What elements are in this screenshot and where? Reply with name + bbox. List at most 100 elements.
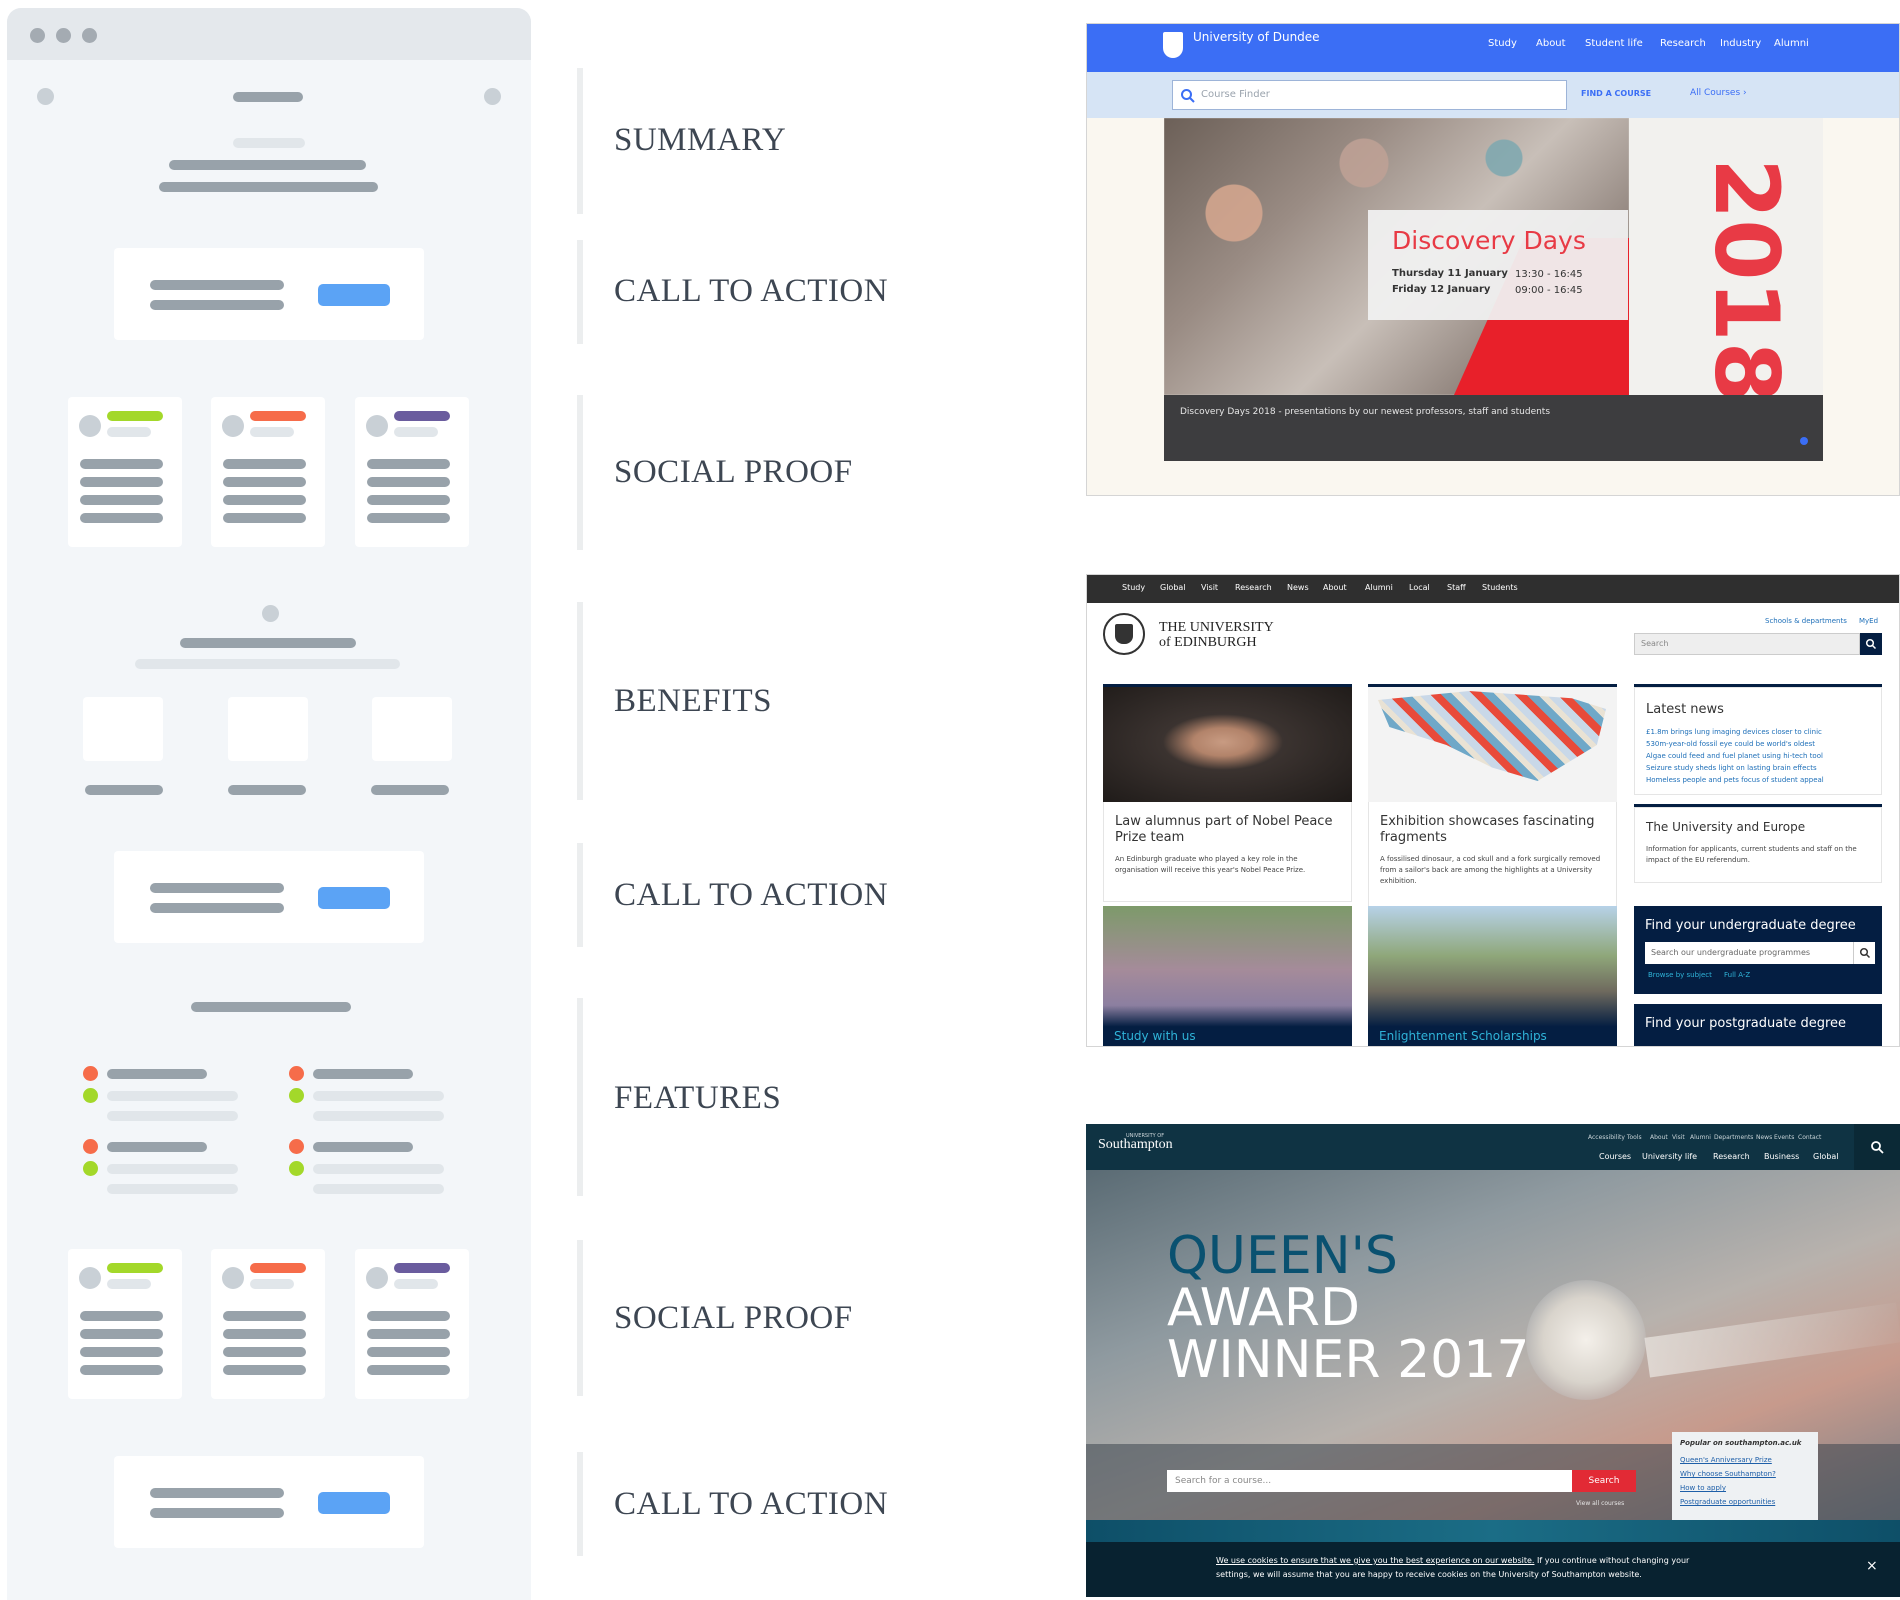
study-with-us-tile[interactable]: Study with us	[1103, 906, 1352, 1046]
ed-nav-research[interactable]: Research	[1235, 583, 1272, 592]
wf-line	[233, 138, 305, 148]
europe-title[interactable]: The University and Europe	[1646, 820, 1805, 834]
section-divider	[577, 998, 583, 1196]
ed-nav-news[interactable]: News	[1287, 583, 1309, 592]
section-divider	[577, 68, 583, 214]
dundee-nav-alumni[interactable]: Alumni	[1774, 38, 1809, 49]
dundee-nav-study[interactable]: Study	[1488, 38, 1517, 49]
ed-nav-visit[interactable]: Visit	[1201, 583, 1218, 592]
util-nav-contact[interactable]: Contact	[1798, 1134, 1821, 1141]
dundee-nav-research[interactable]: Research	[1660, 38, 1706, 49]
header-search-button[interactable]	[1854, 1124, 1900, 1170]
util-nav-news[interactable]: News	[1756, 1134, 1772, 1141]
section-label-summary: SUMMARY	[614, 122, 787, 158]
southampton-brand[interactable]: Southampton	[1098, 1137, 1173, 1153]
wf-cta-card	[114, 1456, 424, 1548]
landing-page-wireframe	[7, 8, 531, 1600]
section-label-social-proof: SOCIAL PROOF	[614, 1300, 853, 1336]
ed-nav-alumni[interactable]: Alumni	[1365, 583, 1393, 592]
full-a-z-link[interactable]: Full A-Z	[1724, 971, 1750, 979]
tile-1-label[interactable]: Study with us	[1114, 1029, 1196, 1043]
ug-search-placeholder: Search our undergraduate programmes	[1651, 948, 1811, 957]
util-nav-events[interactable]: Events	[1774, 1134, 1794, 1141]
main-nav-research[interactable]: Research	[1713, 1152, 1750, 1161]
news-link[interactable]: 530m-year-old fossil eye could be world'…	[1646, 740, 1815, 748]
popular-link[interactable]: Queen's Anniversary Prize	[1680, 1456, 1772, 1464]
wf-cta-card	[114, 248, 424, 340]
tile-2-label[interactable]: Enlightenment Scholarships	[1379, 1029, 1547, 1043]
course-finder-input[interactable]: Course Finder FIND A COURSE	[1172, 80, 1651, 110]
popular-link[interactable]: Postgraduate opportunities	[1680, 1498, 1775, 1506]
util-nav-departments[interactable]: Departments	[1714, 1134, 1753, 1141]
edinburgh-topnav: Study Global Visit Research News About A…	[1087, 575, 1899, 603]
schools-link[interactable]: Schools & departments	[1765, 617, 1847, 625]
wf-benefit-image	[228, 697, 308, 761]
edinburgh-brand-line2[interactable]: of EDINBURGH	[1159, 635, 1257, 651]
dundee-nav-about[interactable]: About	[1536, 38, 1566, 49]
ed-nav-staff[interactable]: Staff	[1447, 583, 1466, 592]
window-dot-icon	[82, 28, 97, 43]
time-1: 13:30 - 16:45	[1515, 269, 1583, 280]
europe-panel[interactable]: The University and Europe Information fo…	[1634, 807, 1882, 883]
course-search-input[interactable]: Search for a course...	[1167, 1470, 1572, 1492]
news-link[interactable]: Homeless people and pets focus of studen…	[1646, 776, 1824, 784]
story-card-2[interactable]: Exhibition showcases fascinating fragmen…	[1368, 802, 1617, 912]
section-label-cta: CALL TO ACTION	[614, 1486, 889, 1522]
news-link[interactable]: Seizure study sheds light on lasting bra…	[1646, 764, 1817, 772]
edinburgh-search-input[interactable]: Search	[1634, 633, 1860, 655]
wf-cta-card	[114, 851, 424, 943]
story-2-title[interactable]: Exhibition showcases fascinating fragmen…	[1380, 814, 1605, 846]
edinburgh-brand-line1[interactable]: THE UNIVERSITY	[1159, 620, 1274, 636]
main-nav-courses[interactable]: Courses	[1599, 1152, 1631, 1161]
alumnus-photo[interactable]	[1103, 687, 1352, 802]
main-nav-global[interactable]: Global	[1813, 1152, 1839, 1161]
news-link[interactable]: £1.8m brings lung imaging devices closer…	[1646, 728, 1822, 736]
main-nav-university-life[interactable]: University life	[1642, 1152, 1697, 1161]
ed-nav-about[interactable]: About	[1323, 583, 1347, 592]
dundee-search-bar: Course Finder FIND A COURSE All Courses …	[1087, 72, 1899, 118]
search-icon	[1181, 89, 1195, 103]
view-all-courses-link[interactable]: View all courses	[1576, 1500, 1624, 1507]
all-courses-link[interactable]: All Courses ›	[1690, 88, 1747, 98]
window-dot-icon	[56, 28, 71, 43]
story-card-1[interactable]: Law alumnus part of Nobel Peace Prize te…	[1103, 802, 1352, 902]
popular-link[interactable]: Why choose Southampton?	[1680, 1470, 1776, 1478]
myed-link[interactable]: MyEd	[1859, 617, 1878, 625]
course-search-button[interactable]: Search	[1572, 1470, 1636, 1492]
util-nav-alumni[interactable]: Alumni	[1690, 1134, 1711, 1141]
section-label-features: FEATURES	[614, 1080, 782, 1116]
browser-title-bar	[7, 8, 531, 60]
latest-news-title: Latest news	[1646, 702, 1724, 717]
close-icon[interactable]: ×	[1866, 1558, 1878, 1574]
news-link[interactable]: Algae could feed and fuel planet using h…	[1646, 752, 1823, 760]
util-nav-accessibility[interactable]: Accessibility Tools	[1588, 1134, 1642, 1141]
wf-subheading	[135, 659, 400, 669]
southampton-screenshot: UNIVERSITY OF Southampton Accessibility …	[1086, 1124, 1900, 1597]
ug-search-input[interactable]: Search our undergraduate programmes	[1645, 942, 1853, 964]
main-nav-business[interactable]: Business	[1764, 1152, 1799, 1161]
ed-nav-study[interactable]: Study	[1122, 583, 1145, 592]
browse-by-subject-link[interactable]: Browse by subject	[1648, 971, 1712, 979]
util-nav-visit[interactable]: Visit	[1672, 1134, 1685, 1141]
dundee-nav-industry[interactable]: Industry	[1720, 38, 1761, 49]
carousel-dot[interactable]	[1800, 437, 1808, 445]
wf-nav-dot	[484, 88, 501, 105]
popular-link[interactable]: How to apply	[1680, 1484, 1726, 1492]
util-nav-about[interactable]: About	[1650, 1134, 1668, 1141]
section-divider	[577, 395, 583, 550]
dundee-brand[interactable]: University of Dundee	[1193, 30, 1320, 44]
ed-nav-local[interactable]: Local	[1409, 583, 1430, 592]
story-2-text: A fossilised dinosaur, a cod skull and a…	[1380, 855, 1601, 885]
ug-search-button[interactable]	[1853, 942, 1875, 964]
fragments-photo[interactable]	[1368, 687, 1617, 802]
ed-nav-global[interactable]: Global	[1160, 583, 1186, 592]
find-course-button[interactable]: FIND A COURSE	[1581, 89, 1651, 98]
cookie-policy-link[interactable]: We use cookies to ensure that we give yo…	[1216, 1556, 1534, 1565]
ed-nav-students[interactable]: Students	[1482, 583, 1518, 592]
dundee-nav-student-life[interactable]: Student life	[1585, 38, 1643, 49]
section-divider	[577, 1240, 583, 1396]
story-1-title[interactable]: Law alumnus part of Nobel Peace Prize te…	[1115, 814, 1340, 846]
wf-nav-dot	[37, 88, 54, 105]
edinburgh-search-button[interactable]	[1860, 633, 1882, 655]
scholarships-tile[interactable]: Enlightenment Scholarships	[1368, 906, 1617, 1046]
